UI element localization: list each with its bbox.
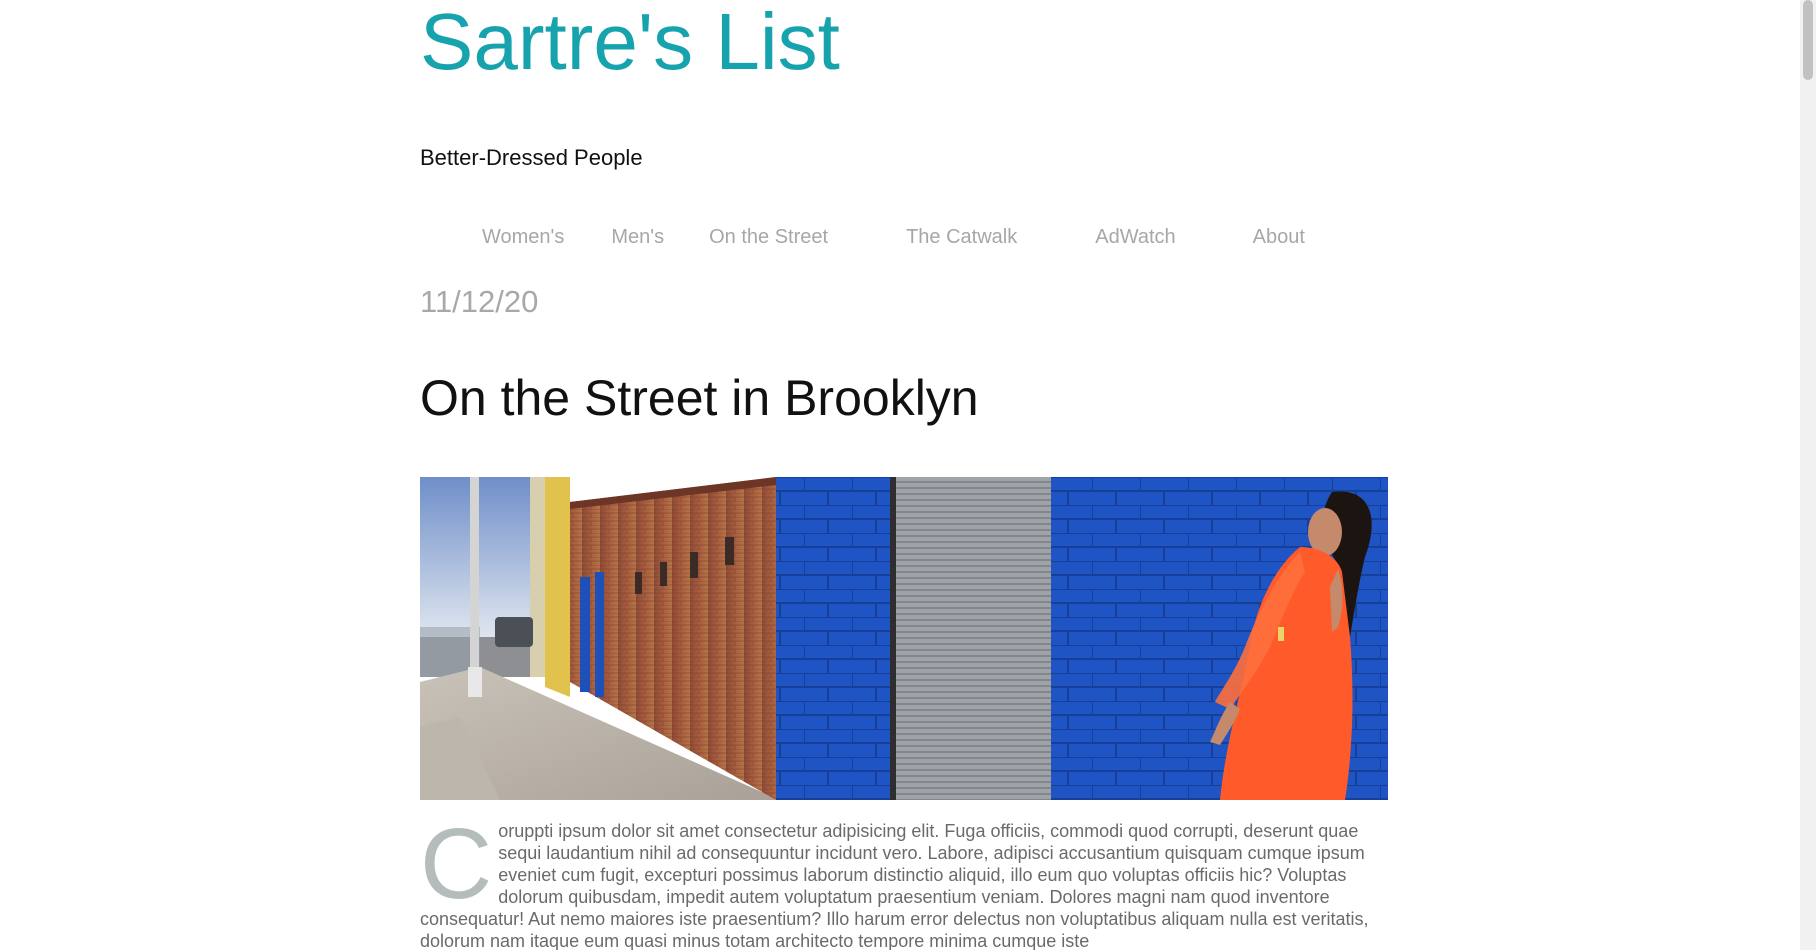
scrollbar-thumb[interactable] [1803, 0, 1813, 80]
vertical-scrollbar[interactable] [1800, 0, 1816, 950]
nav-item-adwatch[interactable]: AdWatch [1095, 224, 1175, 250]
nav-item-the-catwalk[interactable]: The Catwalk [906, 224, 1017, 250]
site-tagline: Better-Dressed People [420, 145, 643, 170]
page: Sartre's List Better-Dressed People Wome… [0, 0, 1816, 950]
nav-item-mens[interactable]: Men's [611, 224, 664, 250]
nav-item-womens[interactable]: Women's [482, 224, 564, 250]
post-body-text: oruppti ipsum dolor sit amet consectetur… [420, 821, 1369, 950]
street-photo [420, 477, 1388, 800]
main-container: Sartre's List Better-Dressed People Wome… [420, 0, 1388, 950]
main-nav: Women's Men's On the Street The Catwalk … [482, 224, 1305, 250]
post-body: C oruppti ipsum dolor sit amet consectet… [420, 808, 1388, 950]
dropcap-letter: C [420, 808, 493, 920]
nav-item-about[interactable]: About [1253, 224, 1305, 250]
site-title[interactable]: Sartre's List [420, 0, 1388, 84]
hero-image [420, 477, 1388, 800]
nav-item-on-the-street[interactable]: On the Street [709, 224, 828, 250]
post-title[interactable]: On the Street in Brooklyn [420, 370, 979, 426]
post-date: 11/12/20 [420, 284, 539, 319]
